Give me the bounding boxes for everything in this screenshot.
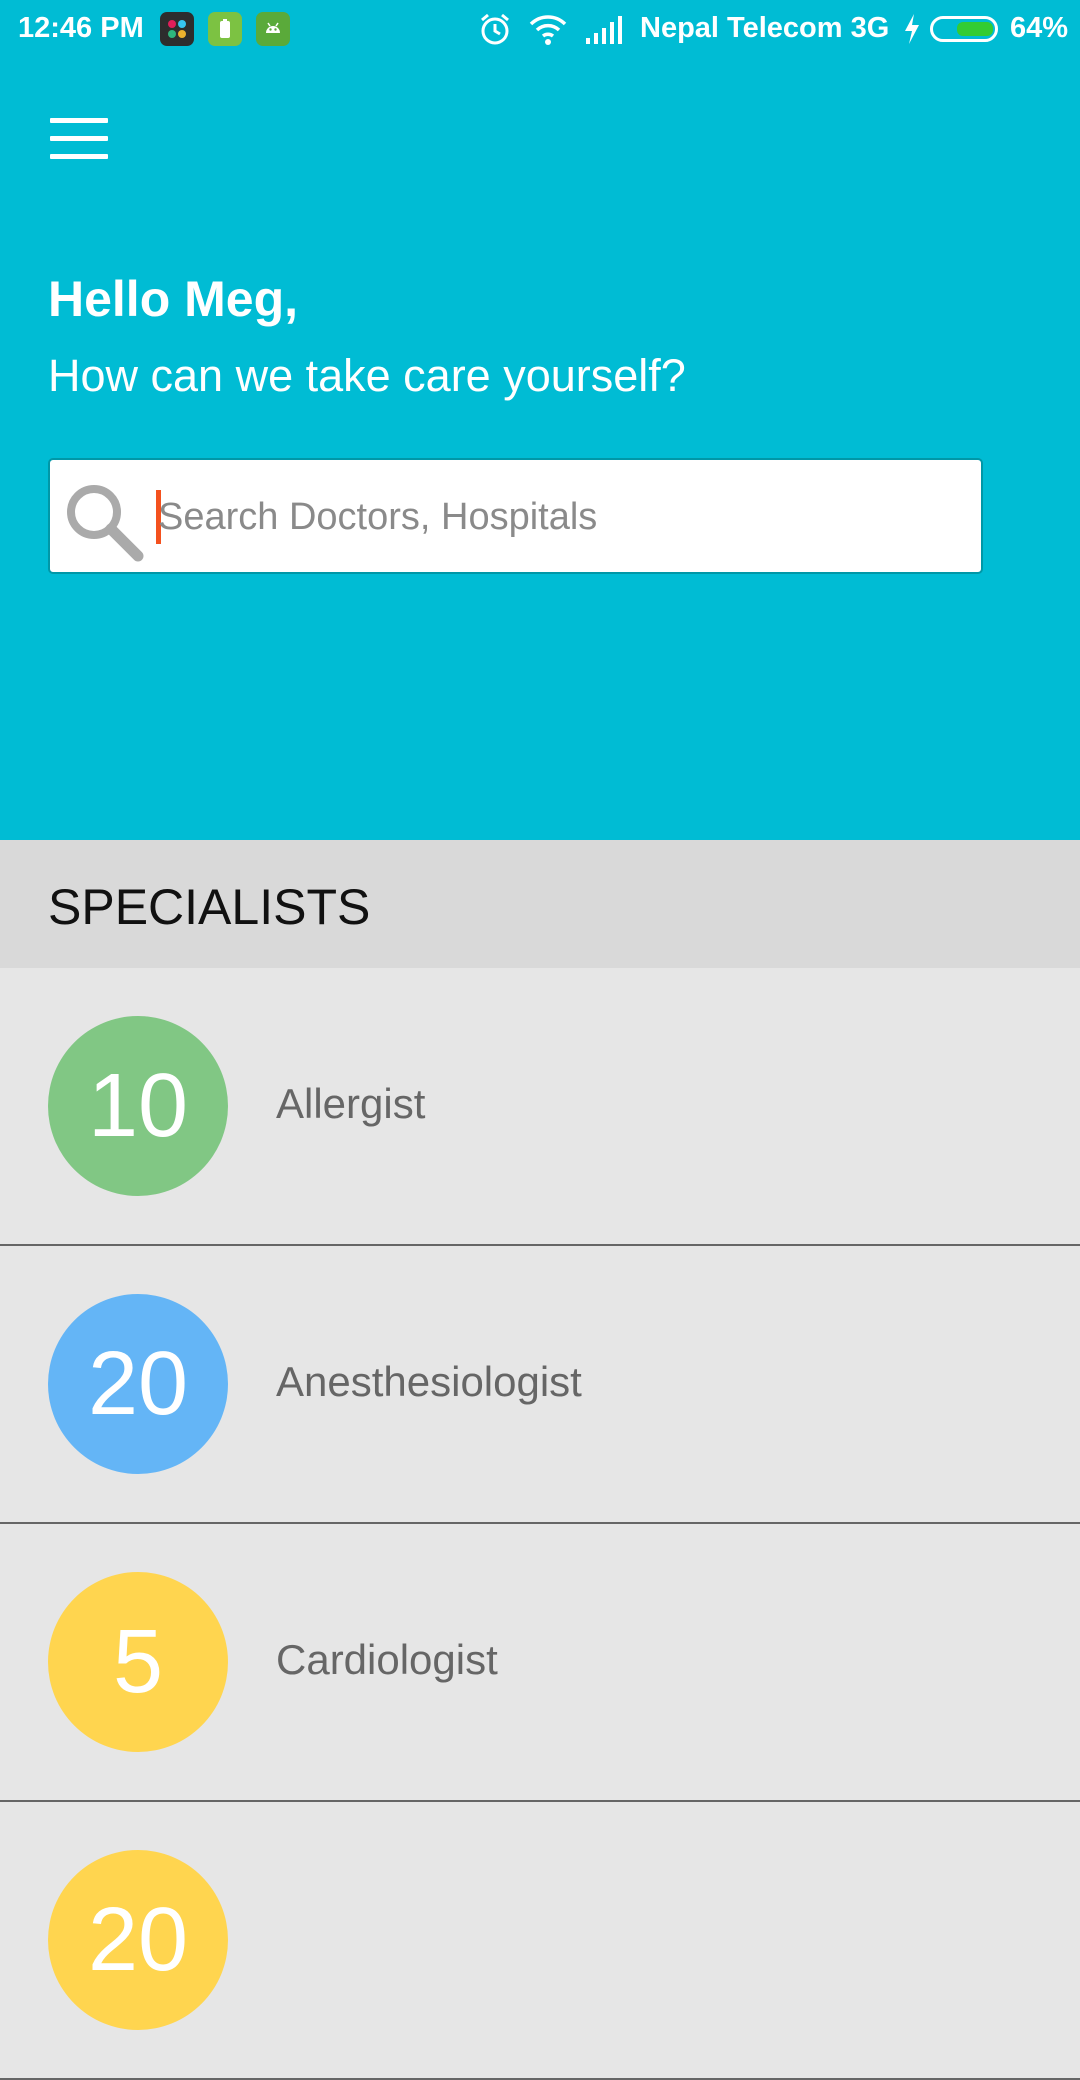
- wifi-icon: [528, 12, 568, 54]
- signal-icon: [584, 12, 624, 54]
- charging-icon: [902, 12, 922, 54]
- android-icon: [256, 12, 290, 46]
- specialists-header: SPECIALISTS: [0, 840, 1080, 968]
- specialists-list: 10 Allergist 20 Anesthesiologist 5 Cardi…: [0, 968, 1080, 2080]
- header: 12:46 PM Nepal Telecom 3G 64% Hello Meg,…: [0, 0, 1080, 840]
- battery-fill: [957, 22, 993, 36]
- count-badge: 20: [48, 1294, 228, 1474]
- slack-icon: [160, 12, 194, 46]
- count-badge: 5: [48, 1572, 228, 1752]
- count-badge: 20: [48, 1850, 228, 2030]
- greeting: Hello Meg,: [48, 271, 299, 327]
- status-time: 12:46 PM: [18, 12, 144, 44]
- search-input[interactable]: [158, 482, 958, 552]
- count-badge: 10: [48, 1016, 228, 1196]
- alarm-icon: [478, 12, 512, 54]
- specialist-label: Allergist: [276, 1080, 426, 1127]
- section-title: SPECIALISTS: [48, 879, 371, 935]
- status-bar: 12:46 PM Nepal Telecom 3G 64%: [0, 0, 1080, 60]
- battery-icon: [930, 16, 998, 42]
- specialist-label: Anesthesiologist: [276, 1358, 582, 1405]
- battery-percent: 64%: [1010, 12, 1069, 44]
- list-item-anesthesiologist[interactable]: 20 Anesthesiologist: [0, 1246, 1080, 1524]
- carrier-name: Nepal Telecom 3G: [640, 12, 890, 44]
- list-item-allergist[interactable]: 10 Allergist: [0, 968, 1080, 1246]
- menu-icon[interactable]: [50, 118, 118, 168]
- list-item[interactable]: 20: [0, 1802, 1080, 2080]
- search-icon: [62, 480, 146, 569]
- specialist-label: Cardiologist: [276, 1636, 498, 1683]
- battery-saver-icon: [208, 12, 242, 46]
- list-item-cardiologist[interactable]: 5 Cardiologist: [0, 1524, 1080, 1802]
- search-box[interactable]: [48, 458, 983, 574]
- subtitle: How can we take care yourself?: [48, 350, 686, 401]
